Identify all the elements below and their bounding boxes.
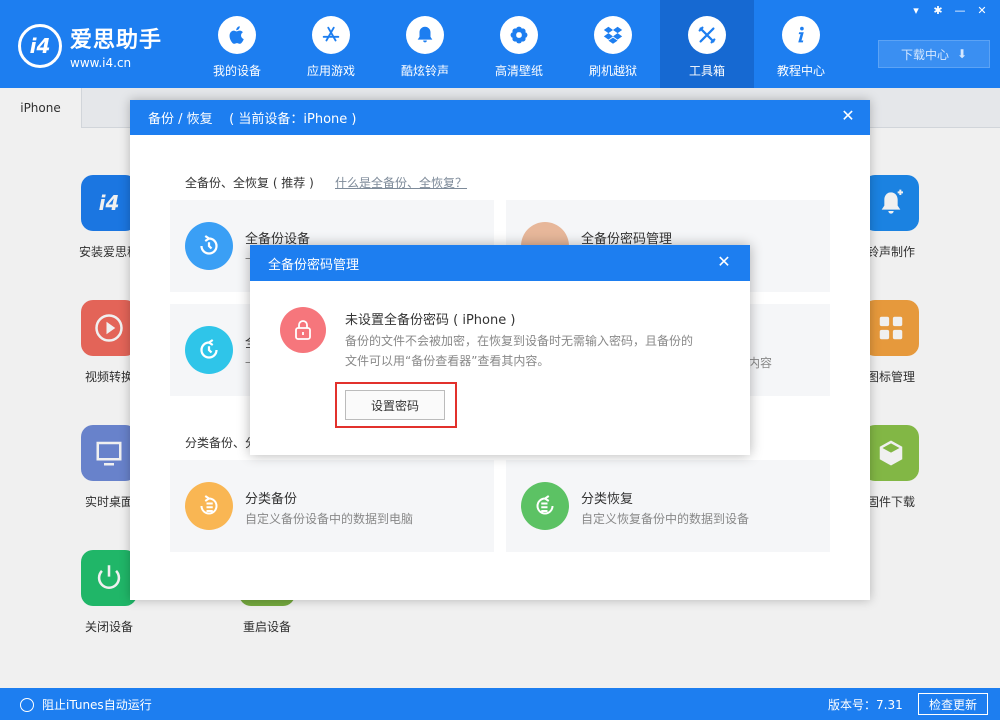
card-title: 分类恢复 xyxy=(581,488,633,507)
status-bar: 阻止iTunes自动运行 版本号：7.31 检查更新 xyxy=(0,688,1000,720)
nav-label: 刷机越狱 xyxy=(589,62,637,79)
nav-flash-jailbreak[interactable]: 刷机越狱 xyxy=(566,0,660,88)
what-is-full-backup-link[interactable]: 什么是全备份、全恢复？ xyxy=(335,174,467,191)
app-store-icon xyxy=(320,24,342,46)
password-management-dialog: 全备份密码管理 ✕ 未设置全备份密码 ( iPhone ) 备份的文件不会被加密… xyxy=(250,245,750,455)
app-url: www.i4.cn xyxy=(70,56,162,70)
app-header: i4 爱思助手 www.i4.cn 我的设备 应用游戏 酷炫铃声 高清壁纸 刷机… xyxy=(0,0,1000,88)
dialog-title: 备份 / 恢复 ( 当前设备：iPhone ) xyxy=(148,108,356,127)
close-icon[interactable]: ✕ xyxy=(836,104,860,128)
nav-tutorials[interactable]: 教程中心 xyxy=(754,0,848,88)
card-desc: 自定义备份设备中的数据到电脑 xyxy=(245,510,413,527)
section-title-full: 全备份、全恢复 ( 推荐 ) xyxy=(185,174,314,191)
nav-label: 工具箱 xyxy=(689,62,725,79)
dialog-header: 全备份密码管理 xyxy=(250,245,750,281)
set-password-button[interactable]: 设置密码 xyxy=(345,390,445,420)
main-nav: 我的设备 应用游戏 酷炫铃声 高清壁纸 刷机越狱 工具箱 教程中心 xyxy=(190,0,848,88)
shirt-icon[interactable]: ▾ xyxy=(908,4,924,18)
section-title-category: 分类备份、分 xyxy=(185,434,257,451)
gear-icon[interactable]: ✱ xyxy=(930,4,946,18)
restore-icon xyxy=(185,326,233,374)
password-status-heading: 未设置全备份密码 ( iPhone ) xyxy=(345,309,515,328)
category-restore-icon xyxy=(521,482,569,530)
dialog-header: 备份 / 恢复 ( 当前设备：iPhone ) xyxy=(130,100,870,135)
nav-toolbox[interactable]: 工具箱 xyxy=(660,0,754,88)
lock-icon xyxy=(280,307,326,353)
check-update-button[interactable]: 检查更新 xyxy=(918,693,988,715)
nav-label: 教程中心 xyxy=(777,62,825,79)
minimize-icon[interactable]: — xyxy=(952,4,968,18)
logo-badge: i4 xyxy=(18,24,62,68)
category-restore-card[interactable]: 分类恢复 自定义恢复备份中的数据到设备 xyxy=(506,460,830,552)
nav-wallpapers[interactable]: 高清壁纸 xyxy=(472,0,566,88)
download-center-label: 下载中心 xyxy=(901,46,949,63)
block-itunes-label: 阻止iTunes自动运行 xyxy=(42,696,152,713)
nav-label: 高清壁纸 xyxy=(495,62,543,79)
close-icon[interactable]: ✕ xyxy=(974,4,990,18)
app-name: 爱思助手 xyxy=(70,22,162,54)
backup-icon xyxy=(185,222,233,270)
close-icon[interactable]: ✕ xyxy=(712,250,736,274)
version-label: 版本号：7.31 xyxy=(828,696,903,713)
password-status-description: 备份的文件不会被加密，在恢复到设备时无需输入密码，且备份的文件可以用“备份查看器… xyxy=(345,331,695,371)
info-icon xyxy=(790,24,812,46)
card-title: 分类备份 xyxy=(245,488,297,507)
nav-my-device[interactable]: 我的设备 xyxy=(190,0,284,88)
dropbox-icon xyxy=(602,24,624,46)
category-backup-card[interactable]: 分类备份 自定义备份设备中的数据到电脑 xyxy=(170,460,494,552)
bell-icon xyxy=(414,24,436,46)
category-backup-icon xyxy=(185,482,233,530)
apple-icon xyxy=(226,24,248,46)
window-controls: ▾ ✱ — ✕ xyxy=(908,4,990,18)
tools-icon xyxy=(696,24,718,46)
nav-label: 我的设备 xyxy=(213,62,261,79)
download-center-button[interactable]: 下载中心 ⬇ xyxy=(878,40,990,68)
download-icon: ⬇ xyxy=(957,47,967,61)
radio-icon xyxy=(20,698,34,712)
nav-apps[interactable]: 应用游戏 xyxy=(284,0,378,88)
card-desc: 内容 xyxy=(748,354,772,371)
nav-label: 应用游戏 xyxy=(307,62,355,79)
app-logo: i4 爱思助手 www.i4.cn xyxy=(18,22,162,70)
block-itunes-toggle[interactable]: 阻止iTunes自动运行 xyxy=(20,696,152,713)
dialog-title: 全备份密码管理 xyxy=(268,254,359,273)
flower-icon xyxy=(508,24,530,46)
card-desc: 自定义恢复备份中的数据到设备 xyxy=(581,510,749,527)
nav-ringtones[interactable]: 酷炫铃声 xyxy=(378,0,472,88)
nav-label: 酷炫铃声 xyxy=(401,62,449,79)
